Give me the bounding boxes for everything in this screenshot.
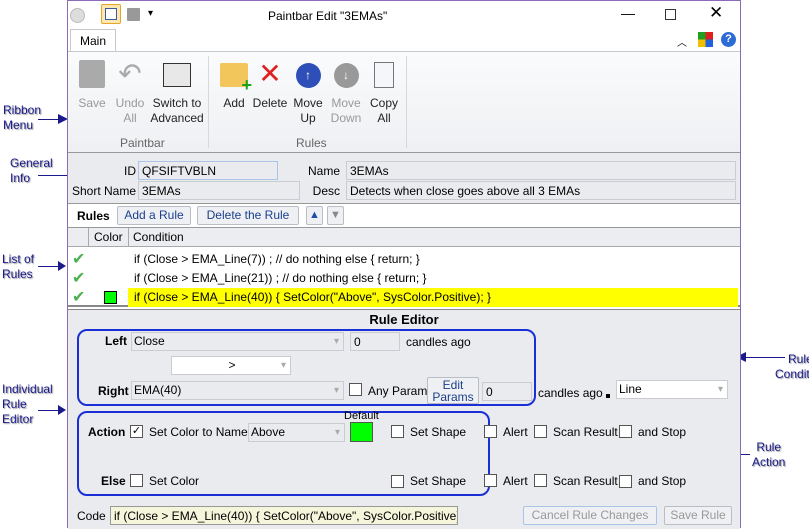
- right-candles-ago-spinner[interactable]: 0: [482, 382, 532, 401]
- window-title: Paintbar Edit "3EMAs": [268, 9, 388, 23]
- right-dropdown[interactable]: EMA(40): [131, 381, 344, 400]
- color-grid-icon[interactable]: [698, 32, 713, 47]
- grid-header: Color Condition: [68, 228, 740, 247]
- color-swatch: [104, 291, 117, 304]
- set-shape-checkbox[interactable]: [391, 425, 404, 438]
- save-rule-button[interactable]: Save Rule: [664, 506, 732, 525]
- general-info-panel: ID QFSIFTVBLN Name 3EMAs Short Name 3EMA…: [68, 153, 740, 204]
- add-rule-button[interactable]: Add a Rule: [117, 206, 191, 225]
- maximize-button[interactable]: [665, 9, 676, 20]
- copy-icon: [374, 62, 394, 88]
- annotation-list-of-rules: List of Rules: [2, 252, 35, 281]
- edit-code-icon: [163, 63, 191, 87]
- table-row[interactable]: ✔ if (Close > EMA_Line(40)) { SetColor("A…: [68, 288, 738, 307]
- ribbon-group-paintbar: Paintbar: [120, 136, 165, 150]
- else-set-color-checkbox[interactable]: [130, 474, 143, 487]
- cancel-rule-changes-button[interactable]: Cancel Rule Changes: [523, 506, 657, 525]
- grid-icon[interactable]: [101, 4, 121, 24]
- alert-checkbox[interactable]: [484, 425, 497, 438]
- add-button[interactable]: + Add: [216, 60, 252, 111]
- paintbar-edit-window: ▾ Paintbar Edit "3EMAs" — ✕ Main ︿ ? Pai…: [67, 0, 741, 529]
- undo-all-button[interactable]: ↶ Undo All: [110, 60, 150, 126]
- rules-label: Rules: [77, 209, 110, 223]
- delete-x-icon: ✕: [258, 58, 282, 89]
- annotation-rule-action: Rule Action: [752, 440, 786, 469]
- desc-field[interactable]: Detects when close goes above all 3 EMAs: [346, 181, 736, 200]
- move-rule-down-button[interactable]: ▼: [327, 206, 344, 225]
- name-field[interactable]: 3EMAs: [346, 161, 736, 180]
- arrow-up-circle-icon: ↑: [295, 63, 321, 88]
- line-type-dropdown[interactable]: Line: [616, 380, 728, 399]
- check-icon: ✔: [72, 289, 86, 306]
- annotation-individual-rule-editor: Individual Rule Editor: [2, 382, 53, 426]
- app-circle-icon[interactable]: [70, 8, 85, 23]
- operator-dropdown[interactable]: >: [171, 356, 291, 375]
- table-row[interactable]: ✔ if (Close > EMA_Line(7)) ; // do nothin…: [68, 250, 738, 269]
- else-and-stop-checkbox[interactable]: [619, 475, 632, 488]
- rule-editor: Rule Editor Left Close 0 candles ago > R…: [68, 309, 740, 529]
- left-candles-ago-spinner[interactable]: 0: [350, 332, 400, 351]
- close-button[interactable]: ✕: [709, 3, 723, 23]
- ribbon: Paintbar Rules Save ↶ Undo All Switch to Ad…: [68, 51, 740, 153]
- ribbon-group-rules: Rules: [296, 136, 327, 150]
- table-row[interactable]: ✔ if (Close > EMA_Line(21)) ; // do nothi…: [68, 269, 738, 288]
- move-down-button[interactable]: ↓ Move Down: [328, 60, 364, 126]
- copy-all-button[interactable]: Copy All: [366, 60, 402, 126]
- else-scan-result-checkbox[interactable]: [534, 474, 547, 487]
- check-icon: ✔: [72, 270, 86, 287]
- arrow-down-circle-icon: ↓: [333, 63, 359, 88]
- save-icon: [79, 60, 105, 88]
- undo-icon: ↶: [118, 58, 142, 89]
- minimize-button[interactable]: —: [621, 5, 635, 21]
- check-icon: ✔: [72, 251, 86, 268]
- edit-params-button[interactable]: Edit Params: [427, 377, 479, 404]
- collapse-ribbon-icon[interactable]: ︿: [677, 34, 687, 49]
- rule-editor-title: Rule Editor: [369, 312, 439, 327]
- move-rule-up-button[interactable]: ▲: [306, 206, 323, 225]
- color-name-dropdown[interactable]: Above: [248, 423, 345, 442]
- code-field[interactable]: if (Close > EMA_Line(40)) { SetColor("Ab…: [110, 506, 458, 525]
- any-params-checkbox[interactable]: [349, 383, 362, 396]
- else-alert-checkbox[interactable]: [484, 474, 497, 487]
- delete-rule-button[interactable]: Delete the Rule: [197, 206, 299, 225]
- rules-grid: Color Condition ✔ if (Close > EMA_Line(7)…: [68, 227, 740, 307]
- id-field[interactable]: QFSIFTVBLN: [138, 161, 278, 180]
- scan-result-checkbox[interactable]: [534, 425, 547, 438]
- set-color-named-checkbox[interactable]: ✓: [130, 425, 143, 438]
- add-folder-icon: +: [220, 63, 252, 94]
- else-set-shape-checkbox[interactable]: [391, 475, 404, 488]
- tab-main[interactable]: Main: [70, 29, 116, 52]
- save-button[interactable]: Save: [72, 60, 112, 111]
- quick-access-dropdown-icon[interactable]: ▾: [148, 8, 153, 19]
- short-name-field[interactable]: 3EMAs: [138, 181, 300, 200]
- save-small-icon[interactable]: [127, 8, 140, 21]
- and-stop-checkbox[interactable]: [619, 425, 632, 438]
- annotation-ribbon-menu: Ribbon Menu: [3, 103, 42, 132]
- default-color-swatch[interactable]: [350, 422, 373, 442]
- help-icon[interactable]: ?: [721, 32, 736, 47]
- move-up-button[interactable]: ↑ Move Up: [290, 60, 326, 126]
- delete-button[interactable]: ✕ Delete: [252, 60, 288, 111]
- switch-to-advanced-button[interactable]: Switch to Advanced: [150, 60, 204, 126]
- annotation-general-info: General Info: [10, 156, 53, 185]
- left-dropdown[interactable]: Close: [131, 332, 344, 351]
